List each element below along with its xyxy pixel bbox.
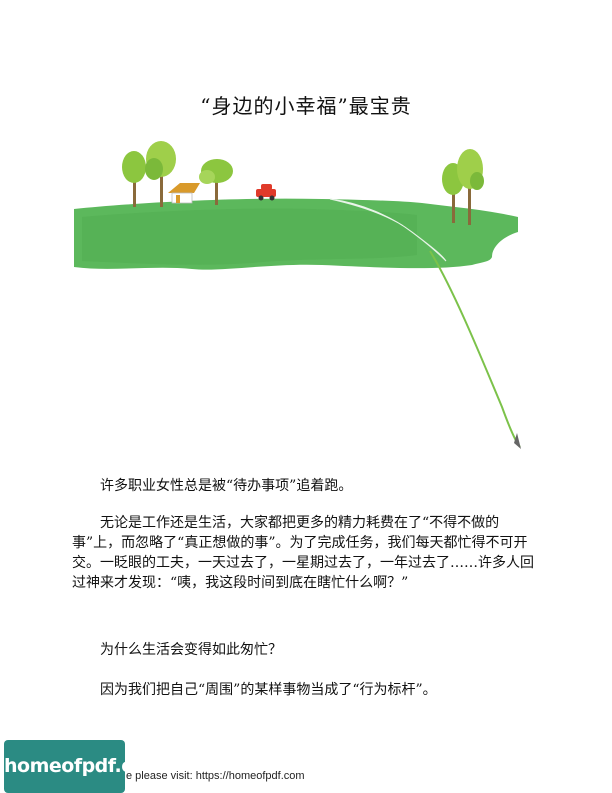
tree-icon	[122, 141, 176, 207]
page-title: “身边的小幸福”最宝贵	[200, 94, 412, 118]
site-logo[interactable]: homeofpdf.com	[4, 740, 164, 793]
landscape-illustration	[74, 141, 521, 449]
paragraph: 许多职业女性总是被“待办事项”追着跑。	[100, 478, 353, 494]
tree-icon	[199, 159, 233, 205]
paragraph: 无论是工作还是生活，大家都把更多的精力耗费在了“不得不做的事”上，而忽略了“真正…	[72, 515, 534, 591]
footer-visit-link[interactable]: e please visit: https://homeofpdf.com	[126, 770, 305, 782]
paragraph: 为什么生活会变得如此匆忙？	[100, 642, 282, 658]
car-icon	[256, 184, 276, 201]
house-icon	[168, 183, 200, 204]
illustration	[72, 137, 522, 459]
paragraph: 因为我们把自己“周围”的某样事物当成了“行为标杆”。	[100, 682, 437, 698]
